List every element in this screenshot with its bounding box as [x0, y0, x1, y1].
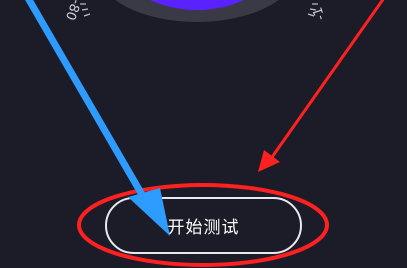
- start-test-button[interactable]: 开始测试: [105, 197, 302, 254]
- speed-test-screen: -80 -1 开始测试: [0, 0, 407, 268]
